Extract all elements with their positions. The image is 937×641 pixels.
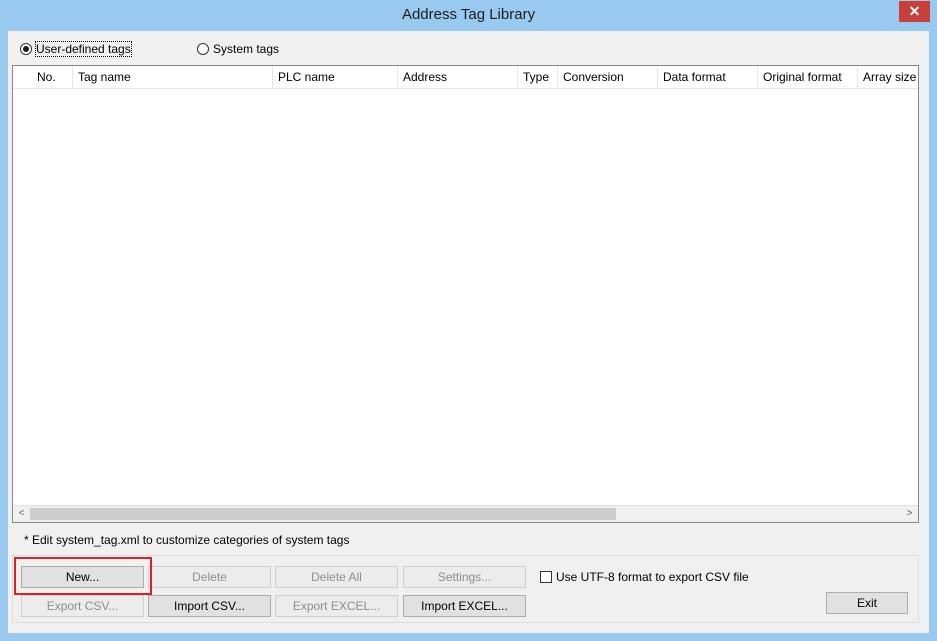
column-header-data-format[interactable]: Data format — [658, 66, 758, 88]
delete-all-button[interactable]: Delete All — [275, 566, 398, 588]
radio-system-tags[interactable]: System tags — [197, 42, 279, 56]
column-header-plc-name[interactable]: PLC name — [273, 66, 398, 88]
checkbox-icon — [540, 571, 552, 583]
close-button[interactable]: ✕ — [899, 1, 930, 22]
scroll-thumb[interactable] — [30, 508, 616, 520]
window-title: Address Tag Library — [401, 6, 536, 23]
utf8-export-label: Use UTF-8 format to export CSV file — [556, 570, 749, 584]
scroll-right-icon[interactable]: > — [901, 506, 918, 522]
radio-selected-icon — [20, 43, 32, 55]
system-tag-note: * Edit system_tag.xml to customize categ… — [24, 533, 350, 547]
utf8-export-checkbox[interactable]: Use UTF-8 format to export CSV file — [540, 570, 749, 584]
export-csv-button[interactable]: Export CSV... — [21, 595, 144, 617]
close-icon: ✕ — [908, 3, 921, 19]
tag-list-view[interactable]: No. Tag name PLC name Address Type Conve… — [12, 65, 919, 523]
column-header-original-format[interactable]: Original format — [758, 66, 858, 88]
import-csv-button[interactable]: Import CSV... — [148, 595, 271, 617]
address-tag-library-window: Address Tag Library ✕ User-defined tags … — [0, 0, 937, 641]
settings-button[interactable]: Settings... — [403, 566, 526, 588]
radio-user-defined-label: User-defined tags — [35, 41, 132, 57]
export-excel-button[interactable]: Export EXCEL... — [275, 595, 398, 617]
exit-button[interactable]: Exit — [826, 592, 908, 614]
list-header: No. Tag name PLC name Address Type Conve… — [13, 66, 918, 89]
radio-unselected-icon — [197, 43, 209, 55]
title-bar[interactable]: Address Tag Library ✕ — [0, 0, 937, 31]
radio-system-tags-label: System tags — [213, 42, 280, 56]
import-excel-button[interactable]: Import EXCEL... — [403, 595, 526, 617]
column-header-address[interactable]: Address — [398, 66, 518, 88]
dialog-client-area: User-defined tags System tags No. Tag na… — [8, 31, 929, 633]
column-header-no[interactable]: No. — [13, 66, 73, 88]
column-header-conversion[interactable]: Conversion — [558, 66, 658, 88]
delete-button[interactable]: Delete — [148, 566, 271, 588]
horizontal-scrollbar[interactable]: < > — [13, 505, 918, 522]
column-header-array-size[interactable]: Array size — [858, 66, 918, 88]
column-header-tag-name[interactable]: Tag name — [73, 66, 273, 88]
column-header-type[interactable]: Type — [518, 66, 558, 88]
radio-user-defined-tags[interactable]: User-defined tags — [20, 41, 132, 57]
new-button[interactable]: New... — [21, 566, 144, 588]
scroll-left-icon[interactable]: < — [13, 506, 30, 522]
